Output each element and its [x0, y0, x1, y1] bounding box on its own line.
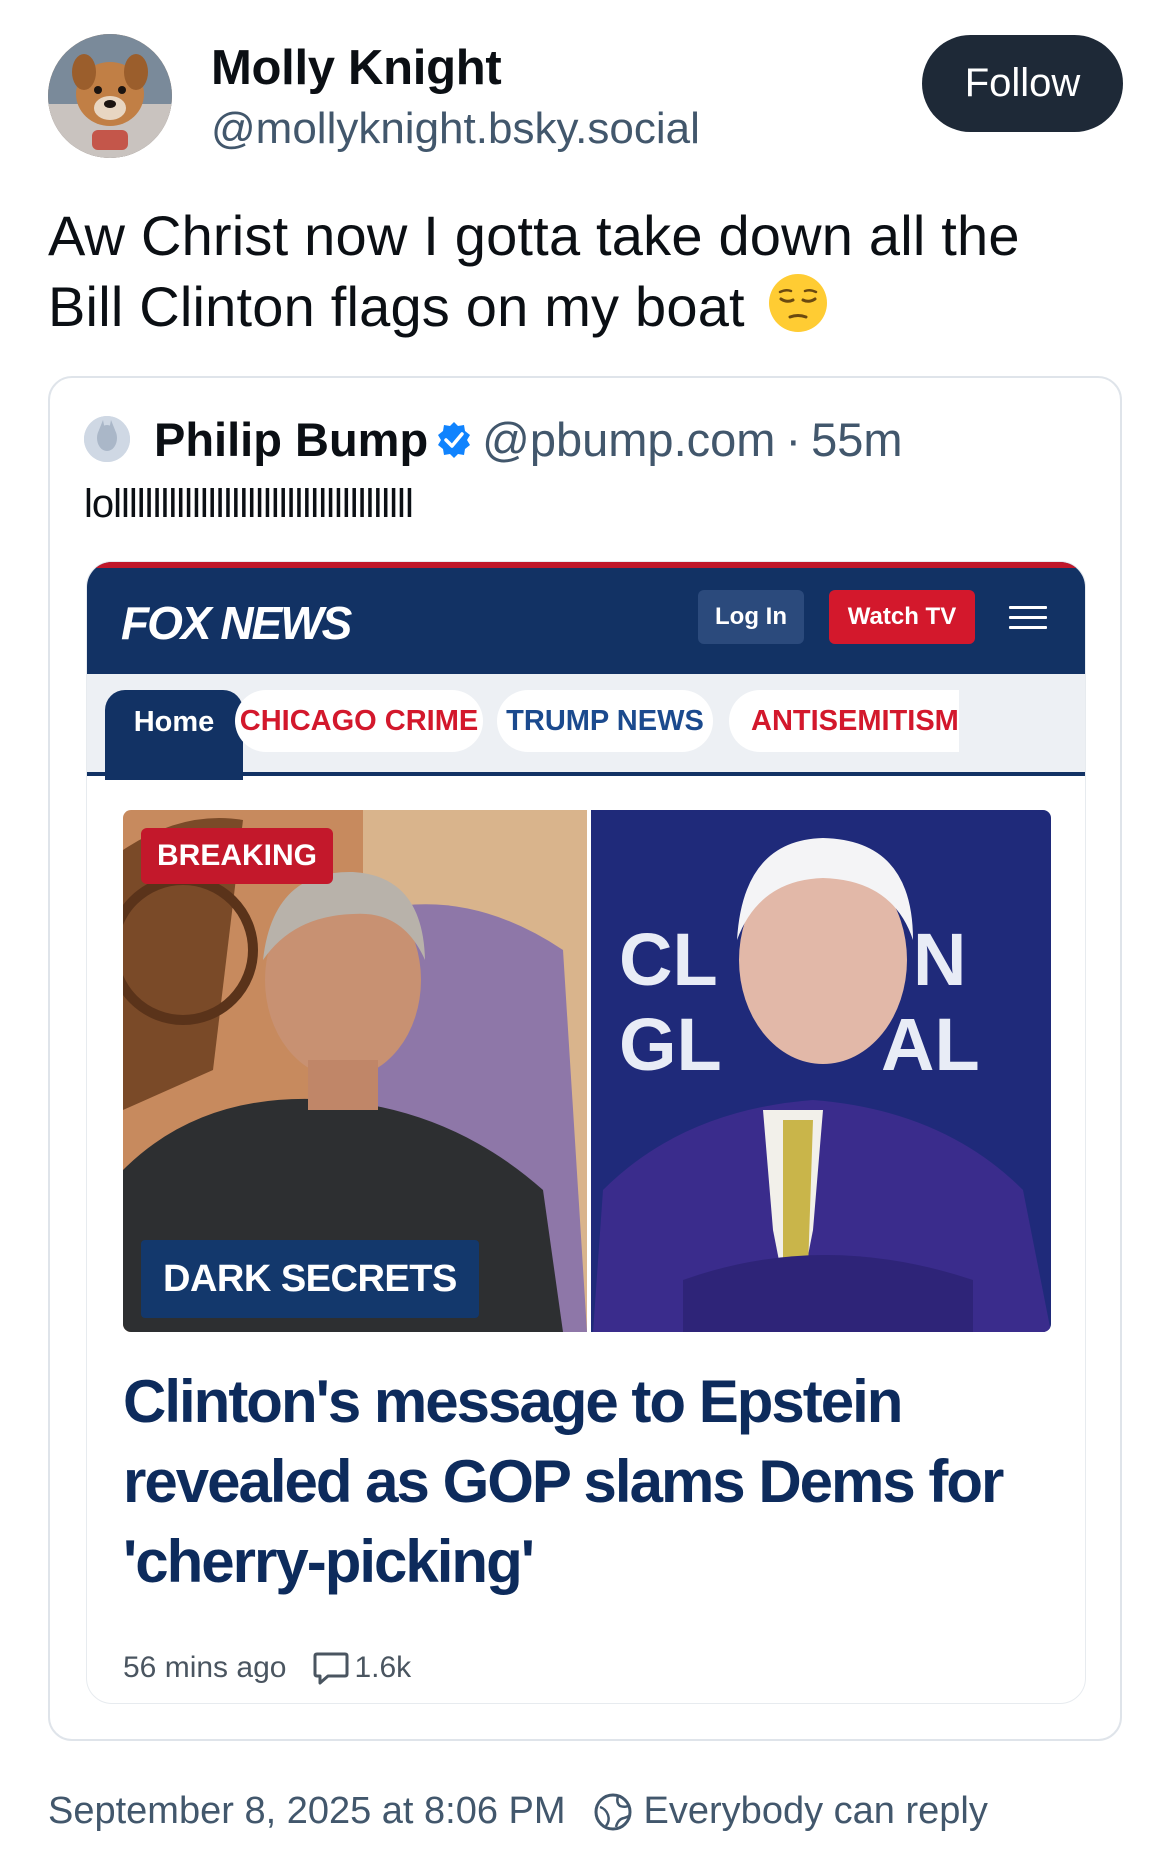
- post-text: Aw Christ now I gotta take down all the …: [48, 200, 1108, 342]
- author-avatar[interactable]: [48, 34, 172, 158]
- post-footer: September 8, 2025 at 8:06 PM Everybody c…: [48, 1790, 988, 1833]
- quote-text: lollllllllllllllllllllllllllllllllllllll: [84, 482, 414, 526]
- quote-avatar[interactable]: [84, 416, 130, 462]
- news-time-ago: 56 mins ago: [123, 1651, 287, 1684]
- tab-antisemitism: ANTISEMITISM: [729, 690, 959, 752]
- backdrop-text-1: CL: [619, 918, 718, 1001]
- fox-nav-bar: Home CHICAGO CRIME TRUMP NEWS ANTISEMITI…: [87, 674, 1085, 780]
- tab-chicago-crime: CHICAGO CRIME: [235, 690, 483, 752]
- tab-home: Home: [105, 690, 243, 780]
- globe-icon: [594, 1793, 632, 1830]
- hamburger-menu-icon: [1009, 606, 1047, 630]
- tab-trump-news: TRUMP NEWS: [497, 690, 713, 752]
- meta-separator: ·: [785, 413, 802, 466]
- quote-time: 55m: [811, 413, 903, 466]
- pensive-face-icon: [768, 274, 827, 332]
- quote-post[interactable]: Philip Bump @pbump.com · 55m lolllllllll…: [48, 376, 1122, 1741]
- breaking-badge: BREAKING: [141, 828, 334, 884]
- backdrop-text-2: N: [913, 918, 966, 1001]
- quote-header: Philip Bump @pbump.com · 55m: [154, 412, 903, 467]
- fox-header: FOX NEWS Log In Watch TV: [87, 562, 1085, 674]
- post-body: Aw Christ now I gotta take down all the …: [48, 204, 1020, 338]
- fox-news-logo: FOX NEWS: [121, 597, 352, 649]
- news-meta: 56 mins ago 1.6k: [123, 1650, 411, 1686]
- news-photo: CL N GL AL BREAKING DARK SECRETS: [123, 810, 1051, 1332]
- backdrop-text-3: GL: [619, 1003, 722, 1086]
- follow-button[interactable]: Follow: [922, 35, 1123, 132]
- reply-setting[interactable]: Everybody can reply: [644, 1790, 988, 1833]
- post-timestamp: September 8, 2025 at 8:06 PM: [48, 1790, 566, 1832]
- dark-secrets-badge: DARK SECRETS: [141, 1240, 479, 1318]
- login-button: Log In: [698, 590, 804, 644]
- author-handle[interactable]: @mollyknight.bsky.social: [211, 104, 700, 154]
- quote-author-name[interactable]: Philip Bump: [154, 412, 428, 467]
- comment-icon: [313, 1652, 349, 1685]
- news-comment-count: 1.6k: [354, 1651, 412, 1684]
- embedded-image[interactable]: FOX NEWS Log In Watch TV Home CHICAGO CR…: [86, 561, 1086, 1704]
- quote-author-handle[interactable]: @pbump.com: [482, 412, 775, 467]
- watch-tv-button: Watch TV: [829, 590, 975, 644]
- backdrop-text-4: AL: [881, 1003, 980, 1086]
- news-headline: Clinton's message to Epstein revealed as…: [123, 1368, 1004, 1595]
- author-name[interactable]: Molly Knight: [211, 40, 502, 96]
- verified-check-icon: [438, 421, 471, 458]
